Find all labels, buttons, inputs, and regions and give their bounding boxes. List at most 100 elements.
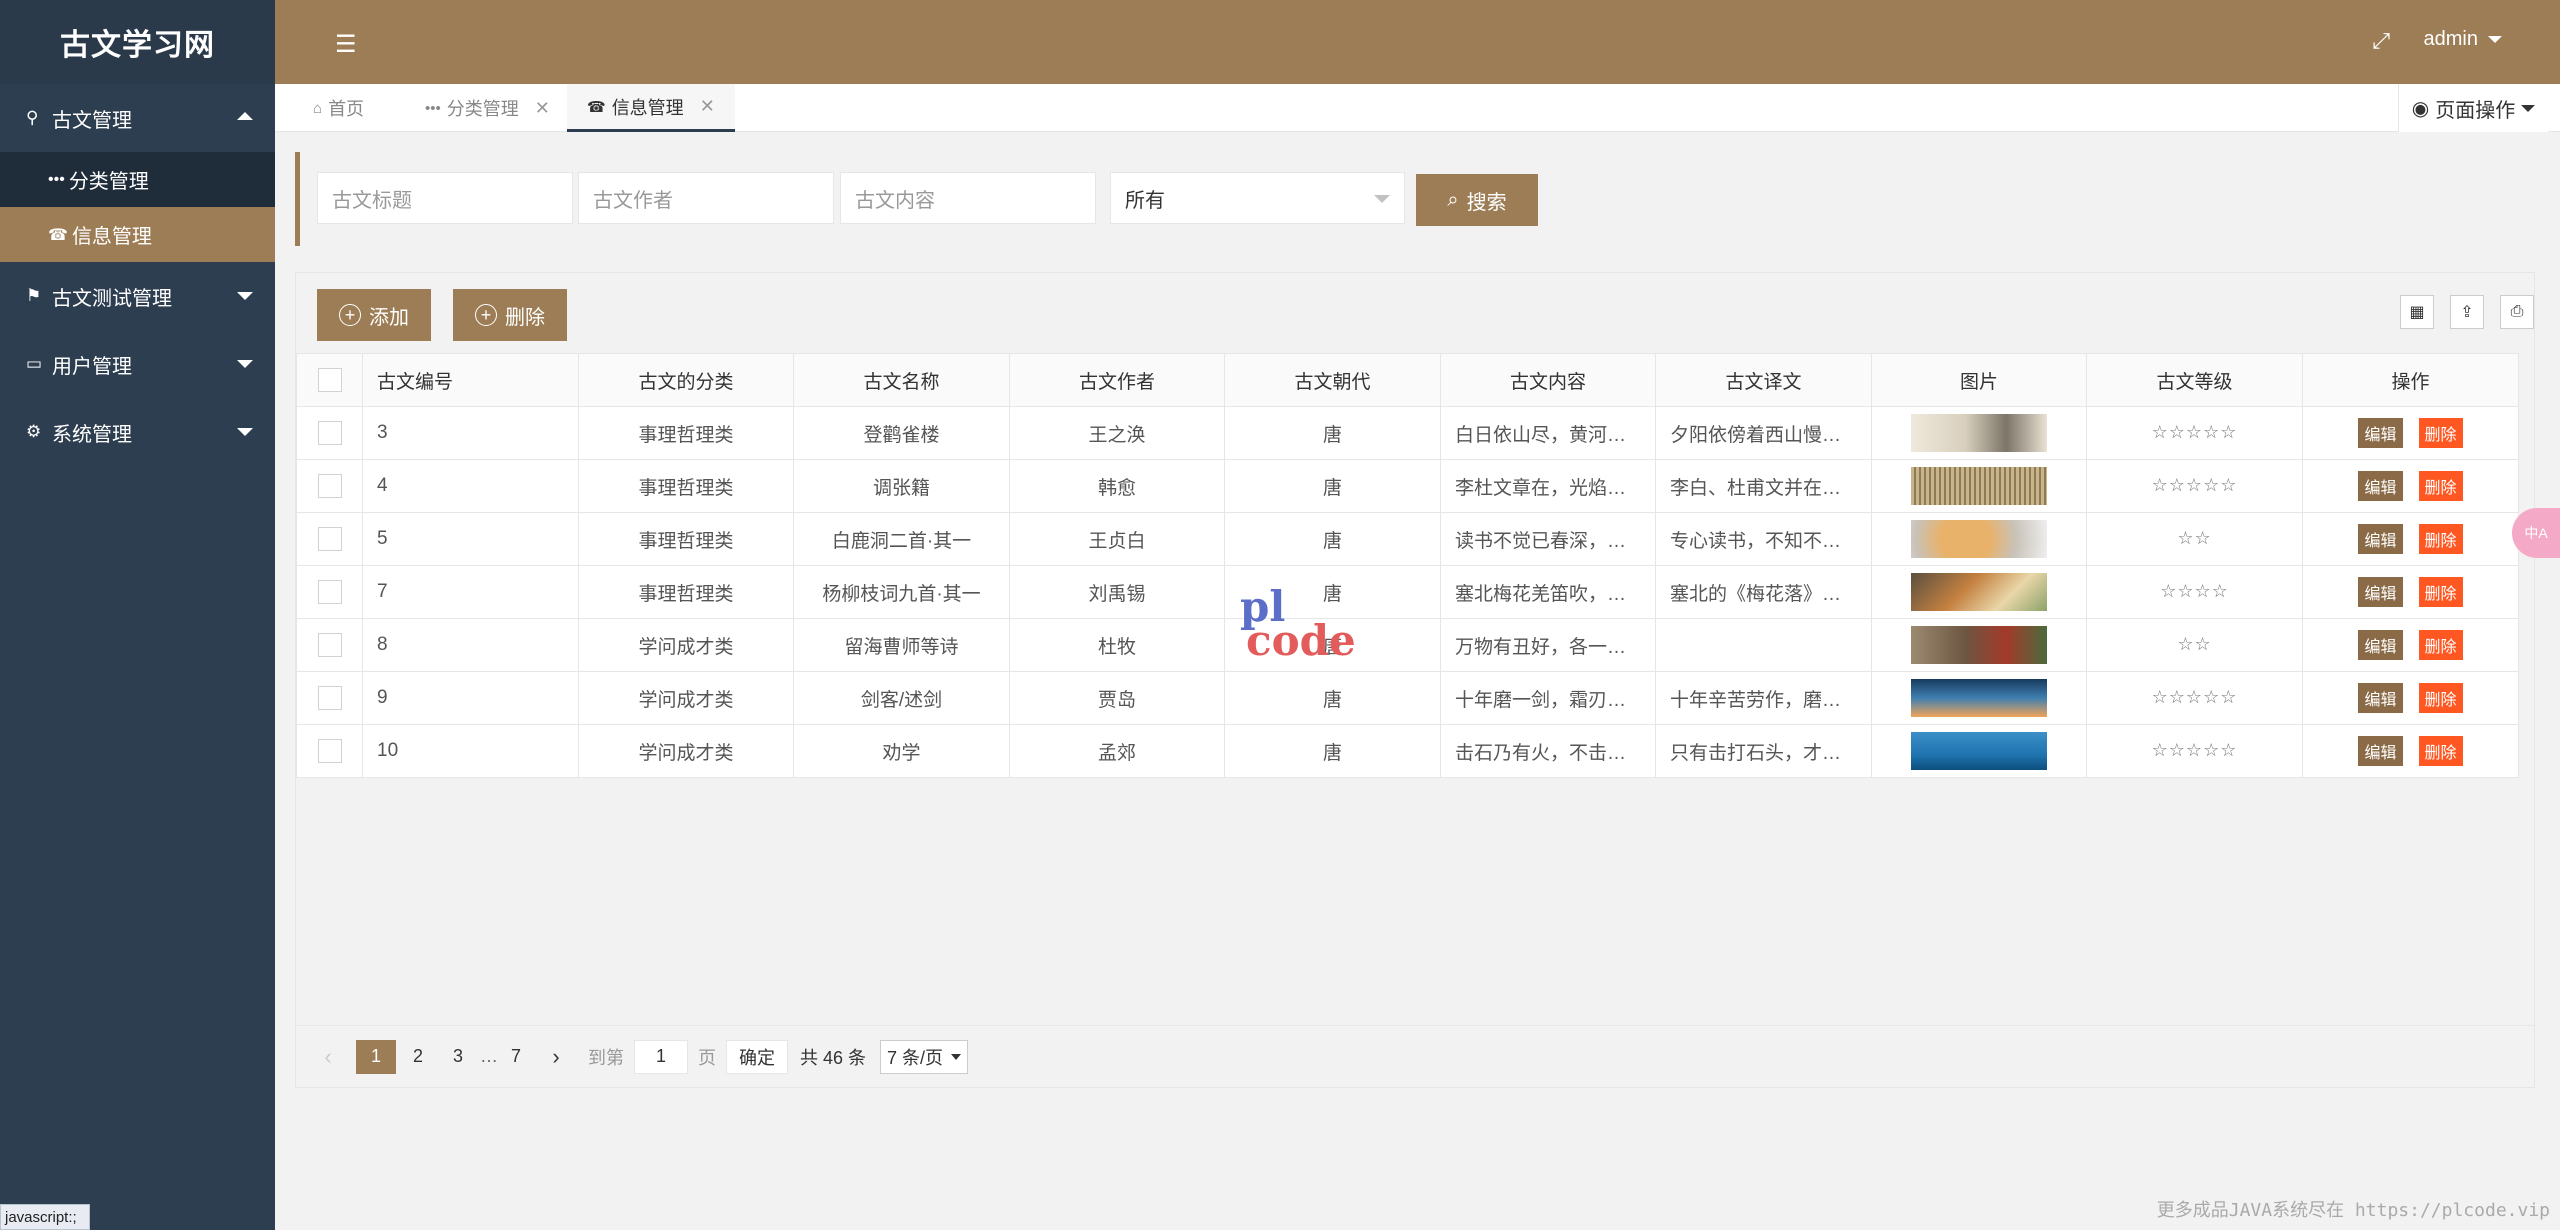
cell-actions: 编辑 删除: [2302, 671, 2519, 725]
column-header[interactable]: 古文作者: [1009, 353, 1225, 407]
tab-home[interactable]: ⌂ 首页: [313, 84, 364, 132]
thumbnail-image[interactable]: [1911, 573, 2047, 611]
content-search-input[interactable]: 古文内容: [840, 172, 1096, 224]
select-all-checkbox[interactable]: [317, 368, 342, 392]
page-1[interactable]: 1: [356, 1039, 396, 1074]
close-icon[interactable]: ✕: [700, 96, 715, 117]
cell-category: 事理哲理类: [578, 512, 794, 566]
user-menu[interactable]: admin: [2424, 28, 2502, 51]
table-row[interactable]: 7事理哲理类杨柳枝词九首·其一刘禹锡唐塞北梅花羌笛吹，淮南桂树塞北的《梅花落》是…: [296, 565, 2519, 619]
add-button[interactable]: + 添加: [317, 289, 431, 341]
title-search-input[interactable]: 古文标题: [317, 172, 573, 224]
row-checkbox[interactable]: [317, 580, 342, 604]
tab-info-management[interactable]: ☎ 信息管理 ✕: [567, 84, 735, 132]
table-row[interactable]: 9学问成才类剑客/述剑贾岛唐十年磨一剑，霜刃未曾试。十年辛苦劳作，磨出一把宝剑 ☆…: [296, 671, 2519, 725]
column-header[interactable]: 古文内容: [1440, 353, 1656, 407]
row-checkbox[interactable]: [317, 739, 342, 763]
row-delete-button[interactable]: 删除: [2418, 418, 2463, 448]
row-select-cell: [296, 671, 363, 725]
row-delete-button[interactable]: 删除: [2418, 577, 2463, 607]
goto-confirm-button[interactable]: 确定: [726, 1039, 788, 1074]
edit-button[interactable]: 编辑: [2358, 630, 2403, 660]
sidebar-item-category-management[interactable]: ••• 分类管理: [0, 152, 275, 207]
edit-button[interactable]: 编辑: [2358, 418, 2403, 448]
next-page-icon[interactable]: ›: [538, 1040, 574, 1074]
table-row[interactable]: 3事理哲理类登鹳雀楼王之涣唐白日依山尽，黄河入海流。夕阳依傍着西山慢慢地沉没 ☆☆…: [296, 406, 2519, 460]
thumbnail-image[interactable]: [1911, 467, 2047, 505]
row-delete-button[interactable]: 删除: [2418, 736, 2463, 766]
page-3[interactable]: 3: [440, 1040, 476, 1074]
column-header[interactable]: 图片: [1871, 353, 2087, 407]
tab-category-management[interactable]: ••• 分类管理 ✕: [425, 84, 550, 132]
table-row[interactable]: 8 学问成才类 留海曹师等诗 杜牧唐万物有丑好，各一姿态 ☆☆ 编辑 删除: [296, 618, 2519, 672]
table-row[interactable]: 4事理哲理类调张籍韩愈唐李杜文章在，光焰万丈长。李白、杜甫文并在，光芒万丈 ☆☆☆…: [296, 459, 2519, 513]
page-size-select[interactable]: 7 条/页: [880, 1039, 969, 1074]
sidebar-item-label: 古文管理: [52, 109, 132, 132]
prev-page-icon[interactable]: ‹: [310, 1040, 346, 1074]
edit-button[interactable]: 编辑: [2358, 577, 2403, 607]
translate-badge[interactable]: 中A: [2512, 508, 2560, 558]
page-7[interactable]: 7: [498, 1040, 534, 1074]
fullscreen-icon[interactable]: ⤢: [2372, 28, 2390, 54]
column-header[interactable]: 古文编号: [362, 353, 579, 407]
column-header[interactable]: 古文等级: [2086, 353, 2303, 407]
sidebar-item-system-management[interactable]: ⚙ 系统管理: [0, 398, 275, 466]
author-search-input[interactable]: 古文作者: [578, 172, 834, 224]
sidebar-item-ancient-text-management[interactable]: ⚲ 古文管理: [0, 84, 275, 152]
plus-circle-icon: +: [339, 304, 361, 326]
delete-button[interactable]: + 删除: [453, 289, 567, 341]
cell-content: 十年磨一剑，霜刃未曾试。: [1440, 671, 1656, 725]
edit-button[interactable]: 编辑: [2358, 471, 2403, 501]
column-header[interactable]: 古文译文: [1655, 353, 1872, 407]
edit-button[interactable]: 编辑: [2358, 524, 2403, 554]
row-select-cell: [296, 512, 363, 566]
cell-level: ☆☆☆☆☆: [2086, 406, 2303, 460]
edit-button[interactable]: 编辑: [2358, 736, 2403, 766]
column-header[interactable]: 操作: [2302, 353, 2519, 407]
page-2[interactable]: 2: [400, 1040, 436, 1074]
edit-button[interactable]: 编辑: [2358, 683, 2403, 713]
page-operations-menu[interactable]: ◉ 页面操作: [2398, 84, 2548, 132]
row-delete-button[interactable]: 删除: [2418, 683, 2463, 713]
search-button[interactable]: ⌕ 搜索: [1416, 174, 1538, 226]
row-checkbox[interactable]: [317, 421, 342, 445]
column-header[interactable]: 古文名称: [793, 353, 1010, 407]
print-icon[interactable]: ⎙: [2500, 295, 2534, 329]
row-checkbox[interactable]: [317, 527, 342, 551]
column-header[interactable]: 古文朝代: [1224, 353, 1441, 407]
table-row[interactable]: 5事理哲理类白鹿洞二首·其一王贞白唐读书不觉已春深，一寸光阴专心读书，不知不觉春…: [296, 512, 2519, 566]
thumbnail-image[interactable]: [1911, 626, 2047, 664]
nav-group-ancient-text: ⚲ 古文管理 ••• 分类管理 ☎ 信息管理: [0, 84, 275, 262]
thumbnail-image[interactable]: [1911, 732, 2047, 770]
row-checkbox[interactable]: [317, 686, 342, 710]
thumbnail-image[interactable]: [1911, 414, 2047, 452]
cell-author: 孟郊: [1009, 724, 1225, 778]
table-row[interactable]: 10学问成才类劝学孟郊唐击石乃有火，不击元无烟。只有击打石头，才会有火花 ☆☆☆☆…: [296, 724, 2519, 778]
cell-translation: 塞北的《梅花落》是羌笛吹奏: [1655, 565, 1872, 619]
row-checkbox[interactable]: [317, 474, 342, 498]
export-icon[interactable]: ⇪: [2450, 295, 2484, 329]
menu-toggle-icon[interactable]: ☰: [335, 30, 357, 59]
close-icon[interactable]: ✕: [535, 98, 550, 119]
page-unit-label: 页: [698, 1047, 716, 1068]
sidebar-item-user-management[interactable]: ▭ 用户管理: [0, 330, 275, 398]
columns-filter-icon[interactable]: ▦: [2400, 295, 2434, 329]
chevron-up-icon: [237, 112, 253, 120]
goto-page-input[interactable]: 1: [634, 1039, 688, 1074]
page-size-value: 7 条/页: [887, 1047, 944, 1068]
row-delete-button[interactable]: 删除: [2418, 524, 2463, 554]
row-delete-button[interactable]: 删除: [2418, 630, 2463, 660]
tab-bar: ⌂ 首页 ••• 分类管理 ✕ ☎ 信息管理 ✕ ◉ 页面操作: [275, 84, 2560, 132]
page-ellipsis: …: [480, 1046, 498, 1066]
table-header-row: 古文编号 古文的分类 古文名称 古文作者 古文朝代 古文内容 古文译文 图片 古…: [296, 353, 2519, 407]
thumbnail-image[interactable]: [1911, 679, 2047, 717]
thumbnail-image[interactable]: [1911, 520, 2047, 558]
sidebar-item-info-management[interactable]: ☎ 信息管理: [0, 207, 275, 262]
cell-dynasty: 唐: [1224, 512, 1441, 566]
sidebar-item-test-management[interactable]: ⚑ 古文测试管理: [0, 262, 275, 330]
row-checkbox[interactable]: [317, 633, 342, 657]
cell-dynasty: 唐: [1224, 671, 1441, 725]
row-delete-button[interactable]: 删除: [2418, 471, 2463, 501]
column-header[interactable]: 古文的分类: [578, 353, 794, 407]
category-select[interactable]: 所有: [1110, 172, 1405, 224]
